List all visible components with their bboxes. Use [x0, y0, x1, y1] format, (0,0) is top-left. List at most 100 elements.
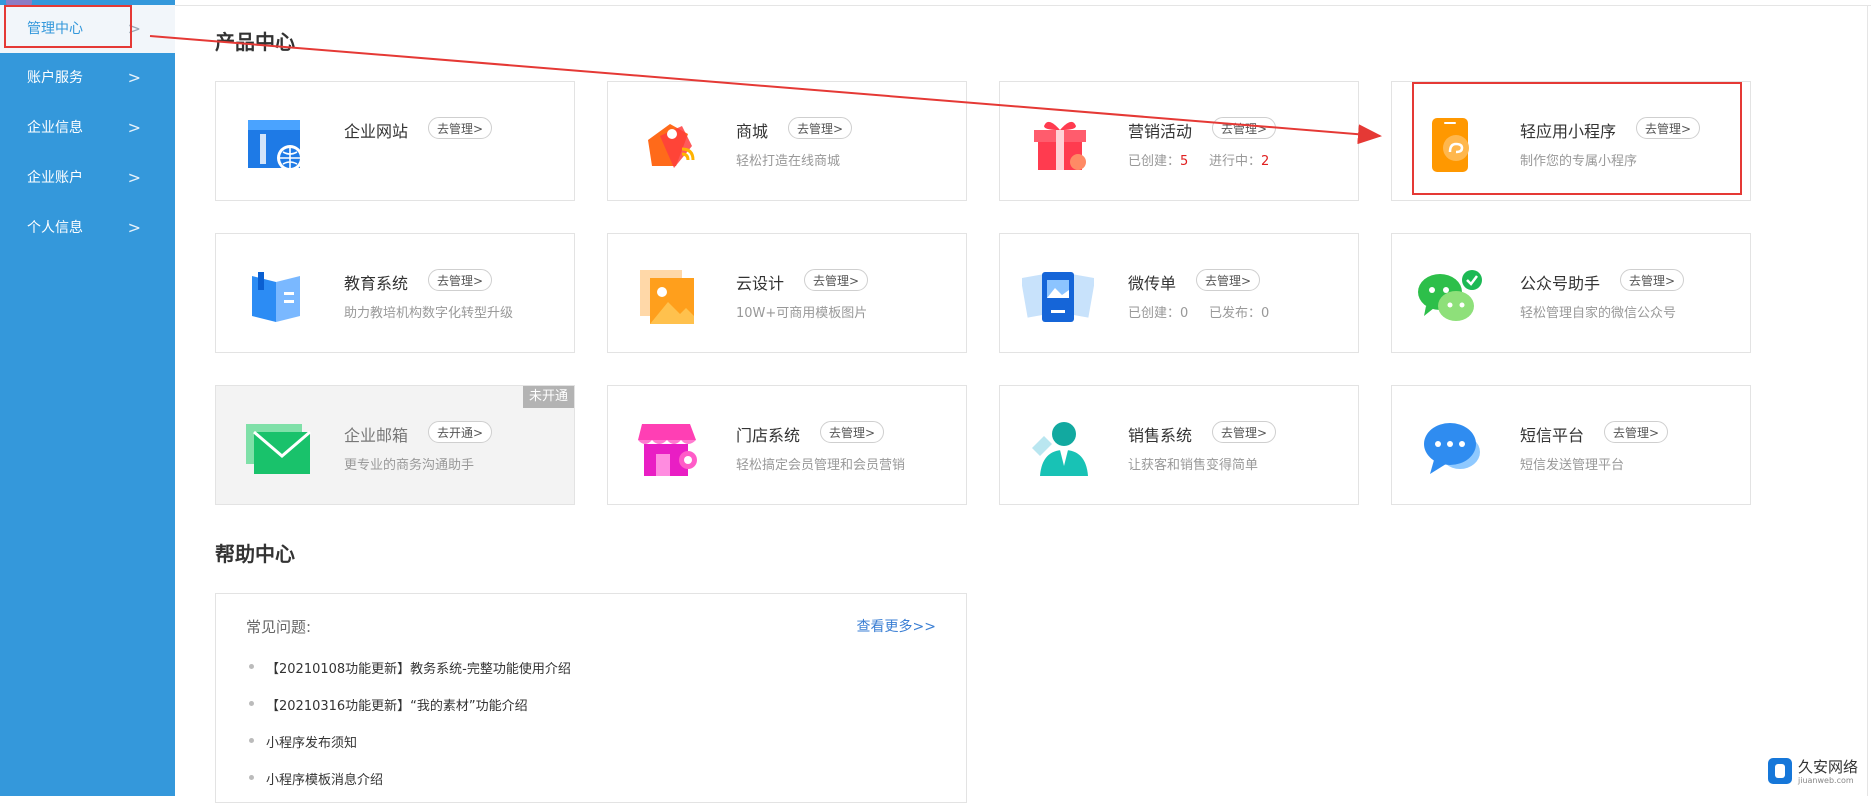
running-label: 进行中： — [1208, 154, 1261, 169]
created-label: 已创建： — [1128, 154, 1181, 169]
product-description: 短信发送管理平台 — [1520, 458, 1625, 473]
faq-label: 常见问题: — [246, 618, 312, 636]
sidebar-item-label: 企业信息 — [27, 120, 83, 136]
chevron-right-icon: > — [127, 68, 141, 87]
watermark-logo: 久安网络 jiuanweb.com — [1768, 756, 1866, 786]
sidebar-item-personal-info[interactable]: 个人信息 > — [0, 204, 175, 252]
bullet-icon — [249, 664, 254, 669]
manage-button[interactable]: 去管理> — [1212, 421, 1277, 443]
product-name: 门店系统 — [736, 426, 801, 445]
sidebar-item-label: 账户服务 — [27, 70, 83, 86]
published-count: 0 — [1260, 306, 1270, 321]
running-count: 2 — [1260, 154, 1270, 169]
right-divider — [1867, 5, 1868, 796]
manage-button[interactable]: 去管理> — [788, 117, 853, 139]
shopping-tag-icon — [648, 124, 695, 168]
product-name: 商城 — [736, 122, 769, 141]
product-name: 云设计 — [736, 274, 785, 293]
faq-item[interactable]: 【20210108功能更新】教务系统-完整功能使用介绍 — [249, 658, 571, 677]
highlight-box-management — [4, 5, 132, 48]
sidebar-item-label: 企业账户 — [27, 170, 83, 186]
product-name: 微传单 — [1128, 274, 1177, 293]
view-more-link[interactable]: 查看更多>> — [857, 616, 936, 636]
bullet-icon — [249, 738, 254, 743]
faq-item-text: 【20210108功能更新】教务系统-完整功能使用介绍 — [266, 662, 571, 677]
product-description: 更专业的商务沟通助手 — [344, 458, 475, 473]
book-icon — [252, 272, 300, 322]
product-card-store-system[interactable]: 门店系统 去管理> 轻松搞定会员管理和会员营销 — [607, 385, 967, 505]
flyer-icon — [1022, 272, 1094, 322]
faq-item[interactable]: 小程序发布须知 — [249, 732, 358, 751]
status-badge: 未开通 — [522, 386, 574, 408]
published-label: 已发布： — [1208, 306, 1261, 321]
manage-button[interactable]: 去管理> — [428, 269, 493, 291]
sidebar-item-company-account[interactable]: 企业账户 > — [0, 154, 175, 202]
bullet-icon — [249, 701, 254, 706]
product-card-sms[interactable]: 短信平台 去管理> 短信发送管理平台 — [1391, 385, 1751, 505]
faq-item-text: 【20210316功能更新】“我的素材”功能介绍 — [266, 699, 528, 714]
product-name: 公众号助手 — [1520, 274, 1601, 293]
store-icon — [638, 424, 697, 476]
sidebar-item-label: 个人信息 — [27, 220, 83, 236]
wechat-icon — [1418, 270, 1482, 321]
product-stats: 已创建：5 进行中：2 — [1128, 150, 1269, 169]
product-card-official-account[interactable]: 公众号助手 去管理> 轻松管理自家的微信公众号 — [1391, 233, 1751, 353]
gift-icon — [1034, 121, 1086, 170]
created-count: 5 — [1180, 154, 1189, 169]
open-button[interactable]: 去开通> — [428, 421, 493, 443]
bullet-icon — [249, 775, 254, 780]
product-card-mall[interactable]: 商城 去管理> 轻松打造在线商城 — [607, 81, 967, 201]
product-description: 轻松打造在线商城 — [736, 154, 841, 169]
faq-item[interactable]: 【20210316功能更新】“我的素材”功能介绍 — [249, 695, 528, 714]
sales-person-icon — [1032, 422, 1088, 476]
manage-button[interactable]: 去管理> — [1604, 421, 1669, 443]
watermark-name: 久安网络 — [1798, 758, 1859, 776]
chevron-right-icon: > — [127, 168, 141, 187]
manage-button[interactable]: 去管理> — [804, 269, 869, 291]
faq-item[interactable]: 小程序模板消息介绍 — [249, 769, 384, 788]
product-name: 营销活动 — [1128, 122, 1193, 141]
product-card-marketing[interactable]: 营销活动 去管理> 已创建：5 进行中：2 — [999, 81, 1359, 201]
product-description: 轻松搞定会员管理和会员营销 — [736, 458, 906, 473]
chevron-right-icon: > — [127, 118, 141, 137]
manage-button[interactable]: 去管理> — [1196, 269, 1261, 291]
watermark-site: jiuanweb.com — [1798, 776, 1854, 785]
help-panel: 常见问题: 查看更多>> 【20210108功能更新】教务系统-完整功能使用介绍… — [215, 593, 967, 803]
product-name: 企业网站 — [344, 122, 409, 141]
website-icon — [248, 120, 303, 171]
product-card-flyer[interactable]: 微传单 去管理> 已创建：0 已发布：0 — [999, 233, 1359, 353]
image-icon — [640, 270, 694, 324]
product-card-education[interactable]: 教育系统 去管理> 助力教培机构数字化转型升级 — [215, 233, 575, 353]
faq-item-text: 小程序发布须知 — [266, 736, 358, 751]
mail-icon — [246, 424, 311, 474]
section-title-products: 产品中心 — [215, 30, 295, 54]
product-card-website[interactable]: 企业网站 去管理> — [215, 81, 575, 201]
manage-button[interactable]: 去管理> — [428, 117, 493, 139]
sidebar-item-company-info[interactable]: 企业信息 > — [0, 104, 175, 152]
product-name: 销售系统 — [1128, 426, 1193, 445]
faq-item-text: 小程序模板消息介绍 — [266, 773, 384, 788]
product-card-cloud-design[interactable]: 云设计 去管理> 10W+可商用模板图片 — [607, 233, 967, 353]
product-name: 教育系统 — [344, 274, 409, 293]
sidebar-item-account-service[interactable]: 账户服务 > — [0, 54, 175, 102]
sms-icon — [1424, 423, 1480, 474]
product-name: 企业邮箱 — [344, 426, 409, 445]
section-title-help: 帮助中心 — [215, 542, 295, 566]
product-description: 让获客和销售变得简单 — [1128, 458, 1259, 473]
product-card-enterprise-mail[interactable]: 企业邮箱 去开通> 更专业的商务沟通助手 未开通 — [215, 385, 575, 505]
product-stats: 已创建：0 已发布：0 — [1128, 302, 1269, 321]
created-label: 已创建： — [1128, 306, 1181, 321]
created-count: 0 — [1180, 306, 1189, 321]
highlight-box-mini-program — [1412, 82, 1742, 195]
product-description: 助力教培机构数字化转型升级 — [344, 306, 514, 321]
chevron-right-icon: > — [127, 218, 141, 237]
product-description: 轻松管理自家的微信公众号 — [1520, 306, 1677, 321]
manage-button[interactable]: 去管理> — [1620, 269, 1685, 291]
manage-button[interactable]: 去管理> — [1212, 117, 1277, 139]
product-name: 短信平台 — [1520, 426, 1585, 445]
product-card-sales-system[interactable]: 销售系统 去管理> 让获客和销售变得简单 — [999, 385, 1359, 505]
manage-button[interactable]: 去管理> — [820, 421, 885, 443]
sidebar: 管理中心 > 账户服务 > 企业信息 > 企业账户 > 个人信息 > — [0, 0, 175, 796]
top-divider — [175, 5, 1871, 6]
product-description: 10W+可商用模板图片 — [736, 306, 868, 321]
